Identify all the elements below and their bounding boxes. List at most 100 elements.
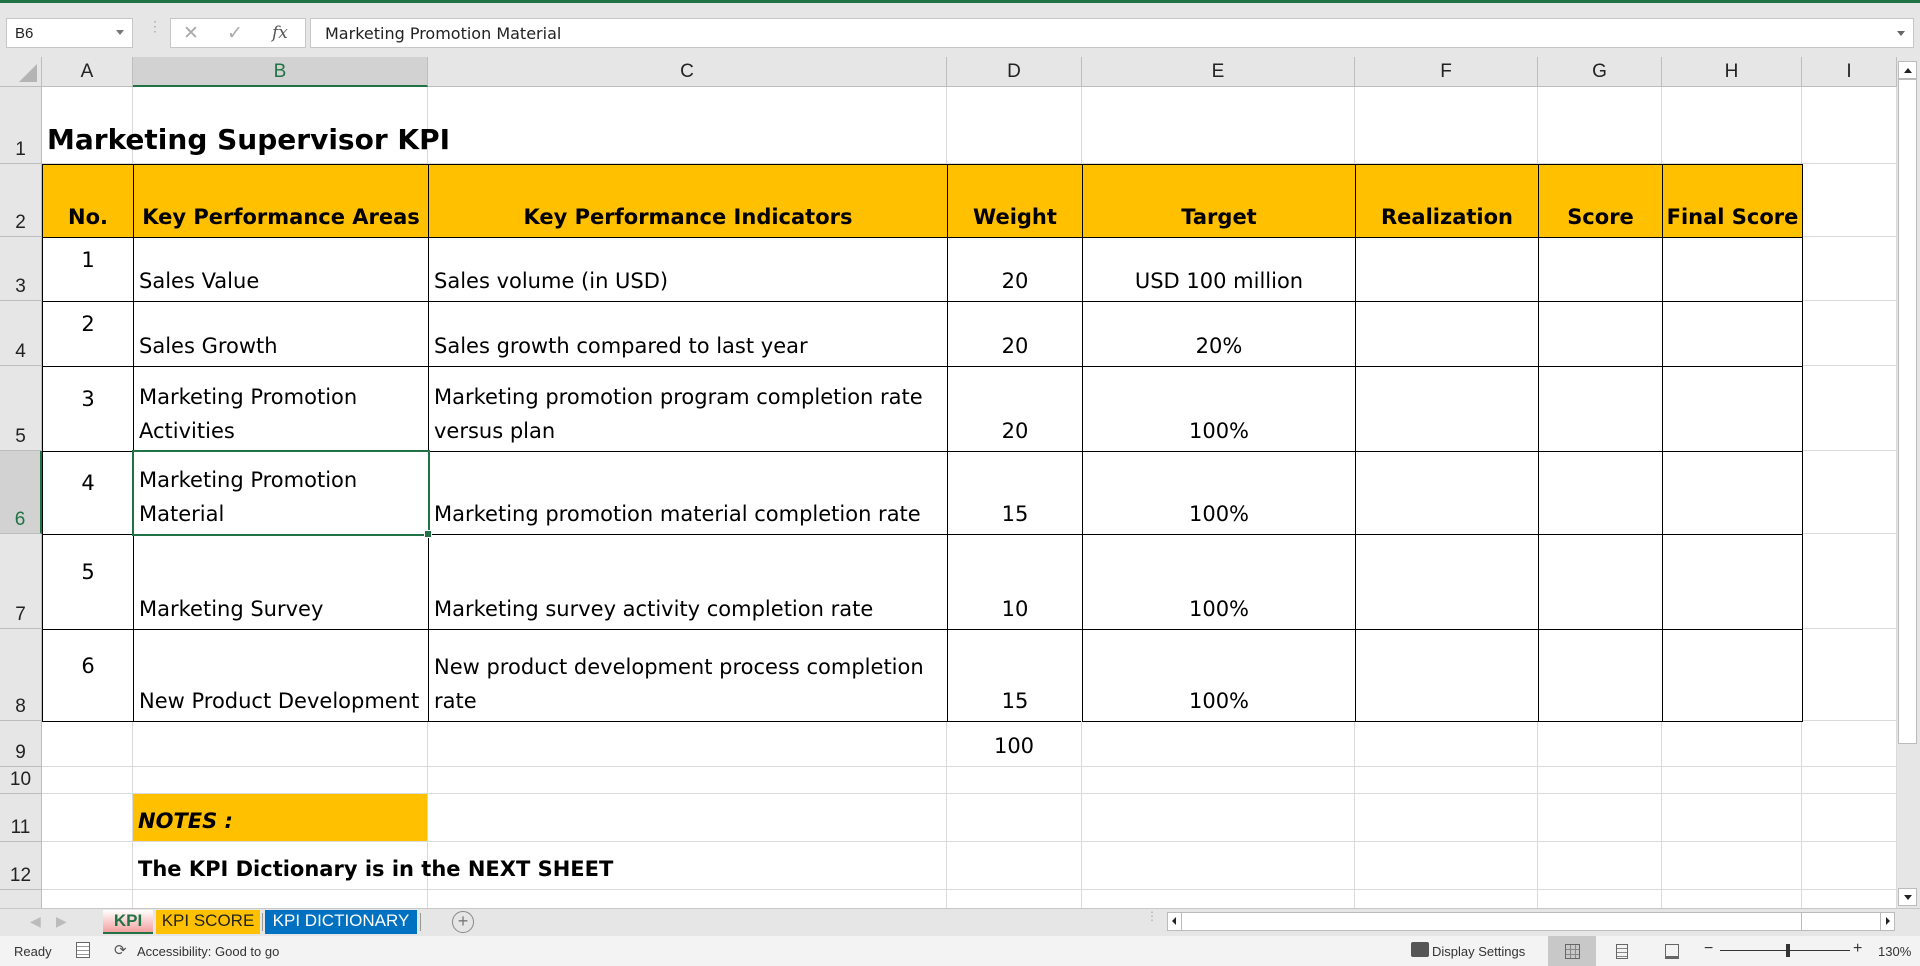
kpi-indicator[interactable]: Sales volume (in USD) <box>428 237 948 302</box>
sheet-tab-kpi-dictionary[interactable]: KPI DICTIONARY <box>265 910 417 934</box>
row-header-7[interactable]: 7 <box>0 534 42 629</box>
kpi-final-score[interactable] <box>1662 301 1803 367</box>
row-header-3[interactable]: 3 <box>0 237 42 301</box>
empty-cell[interactable] <box>133 721 428 767</box>
scroll-left-icon[interactable] <box>1168 913 1182 930</box>
kpi-weight[interactable]: 20 <box>947 366 1083 452</box>
header-realization[interactable]: Realization <box>1355 164 1539 238</box>
notes-text[interactable]: The KPI Dictionary is in the NEXT SHEET <box>133 842 613 890</box>
empty-cell[interactable] <box>42 767 133 794</box>
empty-cell[interactable] <box>1355 721 1538 767</box>
empty-cell[interactable] <box>1662 87 1802 164</box>
cancel-icon[interactable]: ✕ <box>183 22 199 45</box>
empty-cell[interactable] <box>1802 301 1897 366</box>
kpi-final-score[interactable] <box>1662 534 1803 630</box>
kpi-indicator[interactable]: Sales growth compared to last year <box>428 301 948 367</box>
display-settings-icon[interactable] <box>1411 942 1429 957</box>
empty-cell[interactable] <box>428 721 947 767</box>
header-no[interactable]: No. <box>42 164 134 238</box>
name-box[interactable]: B6 <box>6 18 133 48</box>
kpi-no[interactable]: 4 <box>42 451 134 535</box>
kpi-no[interactable]: 1 <box>42 237 134 302</box>
empty-cell[interactable] <box>1355 87 1538 164</box>
zoom-slider-thumb[interactable] <box>1786 944 1790 957</box>
kpi-final-score[interactable] <box>1662 366 1803 452</box>
kpi-indicator[interactable]: New product development process completi… <box>428 629 948 722</box>
column-header-d[interactable]: D <box>947 57 1082 87</box>
kpi-realization[interactable] <box>1355 301 1539 367</box>
row-header-13[interactable] <box>0 890 42 908</box>
kpi-no[interactable]: 2 <box>42 301 134 367</box>
page-break-preview-button[interactable] <box>1648 936 1696 966</box>
kpi-target[interactable]: 100% <box>1082 451 1356 535</box>
empty-cell[interactable] <box>1538 794 1662 842</box>
kpi-realization[interactable] <box>1355 366 1539 452</box>
empty-cell[interactable] <box>1802 890 1897 908</box>
kpi-final-score[interactable] <box>1662 451 1803 535</box>
empty-cell[interactable] <box>133 767 428 794</box>
vertical-scrollbar[interactable] <box>1897 57 1920 908</box>
insert-function-icon[interactable]: fx <box>272 23 288 43</box>
kpi-area[interactable]: Marketing Promotion Activities <box>133 366 429 452</box>
empty-cell[interactable] <box>1662 721 1802 767</box>
kpi-target[interactable]: 100% <box>1082 534 1356 630</box>
sheet-tab-kpi[interactable]: KPI <box>103 910 153 934</box>
empty-cell[interactable] <box>1538 842 1662 890</box>
scroll-up-icon[interactable] <box>1898 61 1917 79</box>
scroll-right-icon[interactable] <box>1880 913 1894 930</box>
empty-cell[interactable] <box>1538 767 1662 794</box>
empty-cell[interactable] <box>133 890 428 908</box>
empty-cell[interactable] <box>1538 721 1662 767</box>
scroll-down-icon[interactable] <box>1898 888 1917 906</box>
empty-cell[interactable] <box>1538 890 1662 908</box>
empty-cell[interactable] <box>1802 87 1897 164</box>
kpi-area[interactable]: Sales Growth <box>133 301 429 367</box>
empty-cell[interactable] <box>42 721 133 767</box>
column-header-i[interactable]: I <box>1802 57 1897 87</box>
kpi-final-score[interactable] <box>1662 237 1803 302</box>
kpi-realization[interactable] <box>1355 534 1539 630</box>
display-settings-button[interactable]: Display Settings <box>1432 944 1525 959</box>
zoom-slider[interactable] <box>1720 950 1850 951</box>
header-key-performance-indicators[interactable]: Key Performance Indicators <box>428 164 948 238</box>
previous-sheet-icon[interactable]: ◀ <box>30 913 41 930</box>
row-header-5[interactable]: 5 <box>0 366 42 451</box>
horizontal-scroll-thumb[interactable] <box>1182 913 1802 930</box>
empty-cell[interactable] <box>428 890 947 908</box>
kpi-indicator[interactable]: Marketing survey activity completion rat… <box>428 534 948 630</box>
kpi-realization[interactable] <box>1355 237 1539 302</box>
spreadsheet-grid[interactable]: A B C D E F G H I 1 2 3 4 5 6 7 8 9 10 1… <box>0 57 1897 908</box>
add-sheet-icon[interactable]: + <box>452 911 474 933</box>
row-header-10[interactable]: 10 <box>0 767 42 794</box>
empty-cell[interactable] <box>1082 767 1355 794</box>
kpi-weight[interactable]: 20 <box>947 237 1083 302</box>
column-header-c[interactable]: C <box>428 57 947 87</box>
kpi-area[interactable]: Marketing Promotion Material <box>133 451 429 535</box>
page-layout-view-button[interactable] <box>1598 936 1646 966</box>
kpi-target[interactable]: USD 100 million <box>1082 237 1356 302</box>
column-header-b[interactable]: B <box>133 57 428 87</box>
kpi-score[interactable] <box>1538 301 1663 367</box>
kpi-weight[interactable]: 10 <box>947 534 1083 630</box>
kpi-score[interactable] <box>1538 366 1663 452</box>
row-header-8[interactable]: 8 <box>0 629 42 721</box>
empty-cell[interactable] <box>1355 794 1538 842</box>
empty-cell[interactable] <box>1802 237 1897 301</box>
header-key-performance-areas[interactable]: Key Performance Areas <box>133 164 429 238</box>
column-header-h[interactable]: H <box>1662 57 1802 87</box>
formula-bar-grip-icon[interactable]: ⋮ <box>148 19 162 41</box>
header-target[interactable]: Target <box>1082 164 1356 238</box>
empty-cell[interactable] <box>1802 842 1897 890</box>
row-header-4[interactable]: 4 <box>0 301 42 366</box>
empty-cell[interactable] <box>947 890 1082 908</box>
expand-formula-bar-icon[interactable] <box>1897 31 1905 36</box>
empty-cell[interactable] <box>1538 87 1662 164</box>
empty-cell[interactable] <box>1802 629 1897 721</box>
sheet-title[interactable]: Marketing Supervisor KPI <box>42 87 1355 164</box>
zoom-out-button[interactable]: − <box>1704 940 1713 958</box>
column-header-g[interactable]: G <box>1538 57 1662 87</box>
column-header-a[interactable]: A <box>42 57 133 87</box>
accessibility-status[interactable]: Accessibility: Good to go <box>137 944 279 959</box>
empty-cell[interactable] <box>1662 890 1802 908</box>
kpi-area[interactable]: Sales Value <box>133 237 429 302</box>
